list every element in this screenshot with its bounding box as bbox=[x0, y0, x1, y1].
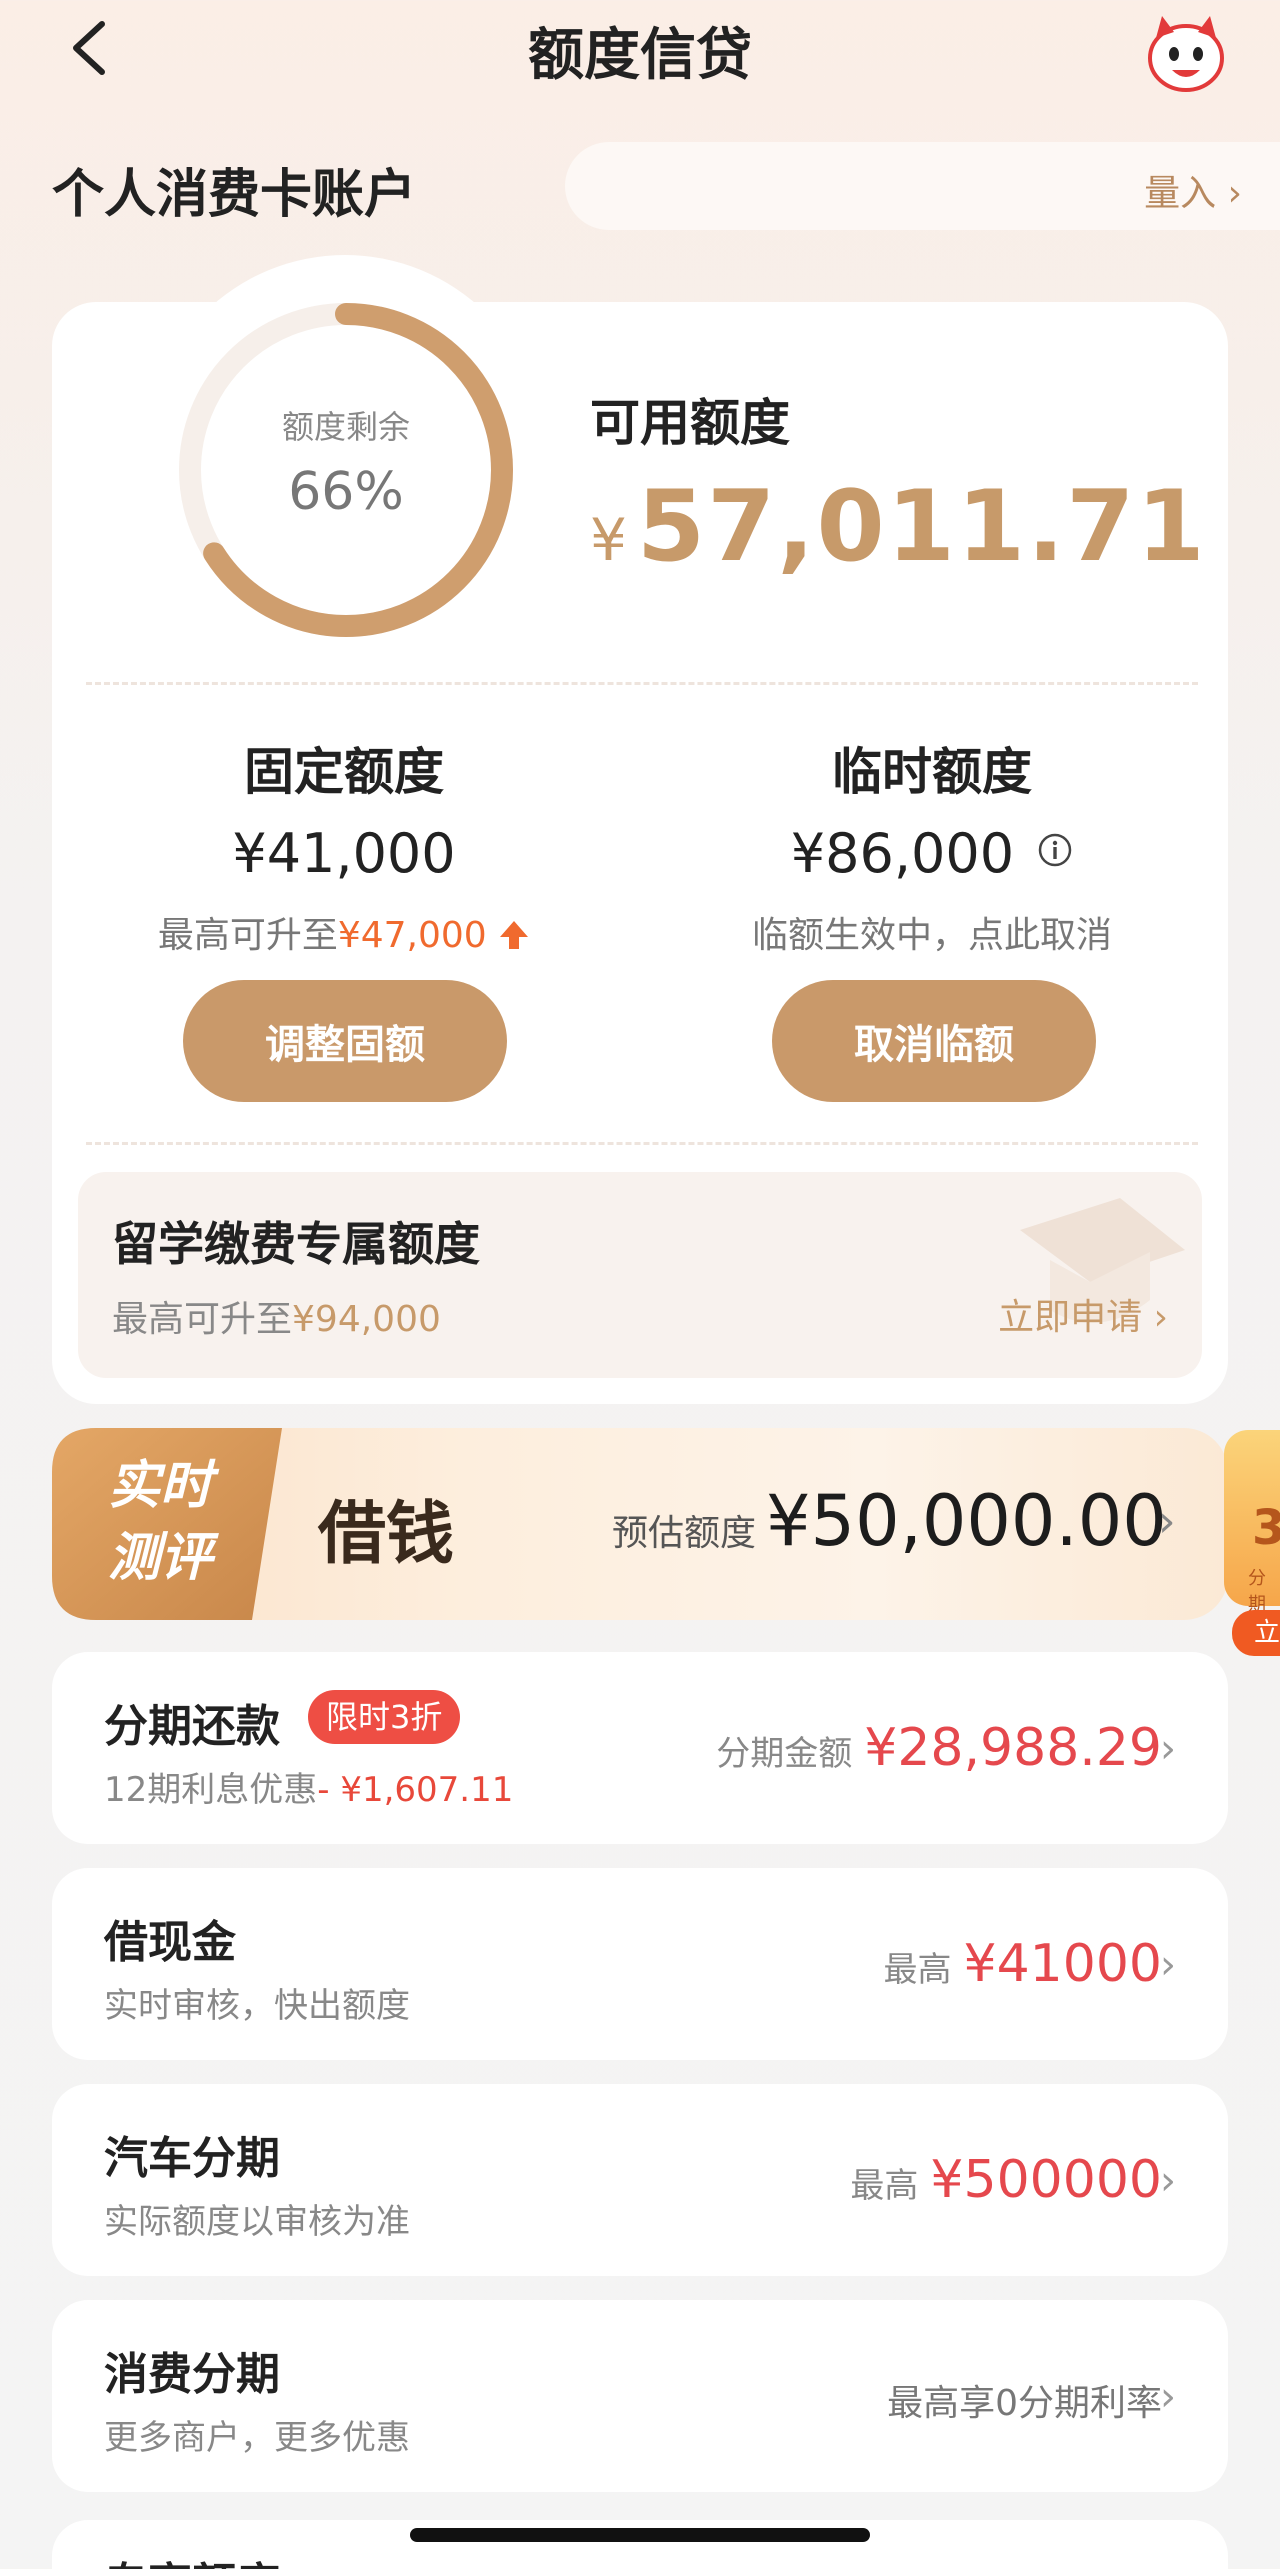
income-link[interactable]: 量入 › bbox=[1144, 164, 1242, 216]
estimate-label: 预估额度 bbox=[612, 1513, 757, 1554]
consumer-installment-right: 最高享0分期利率 bbox=[887, 2374, 1162, 2426]
car-installment-right: 最高 ¥500000 bbox=[850, 2150, 1162, 2210]
chevron-right-icon: › bbox=[1160, 1726, 1176, 1772]
divider bbox=[86, 1142, 1198, 1145]
side-promo-number: 3 bbox=[1252, 1500, 1280, 1556]
fixed-credit-title: 固定额度 bbox=[244, 743, 444, 801]
temporary-credit-amount: ¥86,000 bbox=[790, 822, 1015, 885]
home-indicator[interactable] bbox=[410, 2528, 870, 2542]
available-credit-label: 可用额度 bbox=[590, 394, 790, 452]
estimate-value: ¥50,000.00 bbox=[766, 1480, 1167, 1562]
info-icon[interactable] bbox=[1037, 832, 1073, 868]
consumer-installment-rate: 最高享0分期利率 bbox=[887, 2383, 1162, 2424]
chevron-right-icon: › bbox=[1160, 2374, 1176, 2420]
account-title: 个人消费卡账户 bbox=[52, 165, 417, 225]
car-installment-value: ¥500000 bbox=[930, 2150, 1162, 2210]
fixed-note-value: ¥47,000 bbox=[337, 915, 487, 956]
car-installment-label: 最高 bbox=[850, 2166, 919, 2206]
temporary-credit-title: 临时额度 bbox=[832, 743, 1032, 801]
consumer-installment-title: 消费分期 bbox=[104, 2349, 280, 2400]
borrow-money-title: 借钱 bbox=[318, 1494, 455, 1574]
study-note-prefix: 最高可升至 bbox=[112, 1299, 293, 1340]
cash-loan-right: 最高 ¥41000 bbox=[883, 1934, 1162, 1994]
currency-symbol: ¥ bbox=[590, 506, 629, 574]
study-abroad-note: 最高可升至¥94,000 bbox=[112, 1290, 441, 1342]
cash-loan-subtitle: 实时审核，快出额度 bbox=[104, 1986, 410, 2026]
fixed-credit-note: 最高可升至¥47,000 bbox=[44, 906, 644, 958]
badge-line-2: 测评 bbox=[107, 1528, 212, 1588]
cash-loan-label: 最高 bbox=[883, 1950, 952, 1990]
arrow-up-icon bbox=[500, 921, 529, 949]
installment-right: 分期金额 ¥28,988.29 bbox=[716, 1718, 1162, 1778]
badge-line-1: 实时 bbox=[107, 1456, 212, 1516]
installment-subtitle-text: 12期利息优惠 bbox=[104, 1770, 318, 1810]
adjust-fixed-button[interactable]: 调整固额 bbox=[183, 980, 507, 1102]
installment-amount-value: ¥28,988.29 bbox=[864, 1718, 1162, 1778]
promo-tag: 限时3折 bbox=[308, 1690, 461, 1744]
available-credit-amount: ¥57,011.71 bbox=[590, 470, 1207, 584]
installment-subtitle: 12期利息优惠- ¥1,607.11 bbox=[104, 1762, 513, 1811]
installment-amount-label: 分期金额 bbox=[716, 1734, 853, 1774]
installment-discount: - ¥1,607.11 bbox=[317, 1770, 514, 1810]
ring-percent: 66% bbox=[288, 462, 404, 522]
divider bbox=[86, 682, 1198, 685]
study-note-value: ¥94,000 bbox=[292, 1299, 441, 1340]
side-promo-button[interactable]: 立 bbox=[1232, 1610, 1280, 1656]
chevron-right-icon: › bbox=[1158, 1496, 1176, 1547]
chevron-right-icon: › bbox=[1160, 2158, 1176, 2204]
fixed-credit-amount: ¥41,000 bbox=[232, 822, 456, 885]
cancel-temporary-button[interactable]: 取消临额 bbox=[772, 980, 1096, 1102]
chevron-right-icon: › bbox=[1160, 1942, 1176, 1988]
study-abroad-title: 留学缴费专属额度 bbox=[112, 1217, 480, 1271]
side-promo-sub: 分期 bbox=[1248, 1568, 1266, 1615]
mascot-icon[interactable] bbox=[1142, 8, 1230, 96]
exclusive-credit-title: 专享额度 bbox=[104, 2548, 280, 2569]
apply-now-link[interactable]: 立即申请 › bbox=[998, 1288, 1168, 1340]
consumer-installment-subtitle: 更多商户，更多优惠 bbox=[104, 2418, 410, 2458]
page-title: 额度信贷 bbox=[528, 23, 752, 88]
fixed-note-prefix: 最高可升至 bbox=[157, 915, 338, 956]
cash-loan-value: ¥41000 bbox=[963, 1934, 1162, 1994]
installment-title: 分期还款 bbox=[104, 1701, 280, 1752]
available-amount-value: 57,011.71 bbox=[636, 470, 1207, 584]
badge-text: 实时 测评 bbox=[70, 1450, 250, 1594]
car-installment-title: 汽车分期 bbox=[104, 2133, 280, 2184]
ring-label: 额度剩余 bbox=[281, 408, 410, 446]
car-installment-subtitle: 实际额度以审核为准 bbox=[104, 2202, 410, 2242]
temporary-credit-note[interactable]: 临额生效中，点此取消 bbox=[632, 906, 1232, 958]
cash-loan-title: 借现金 bbox=[104, 1917, 236, 1968]
temporary-credit-amount-row: ¥86,000 bbox=[632, 822, 1232, 885]
